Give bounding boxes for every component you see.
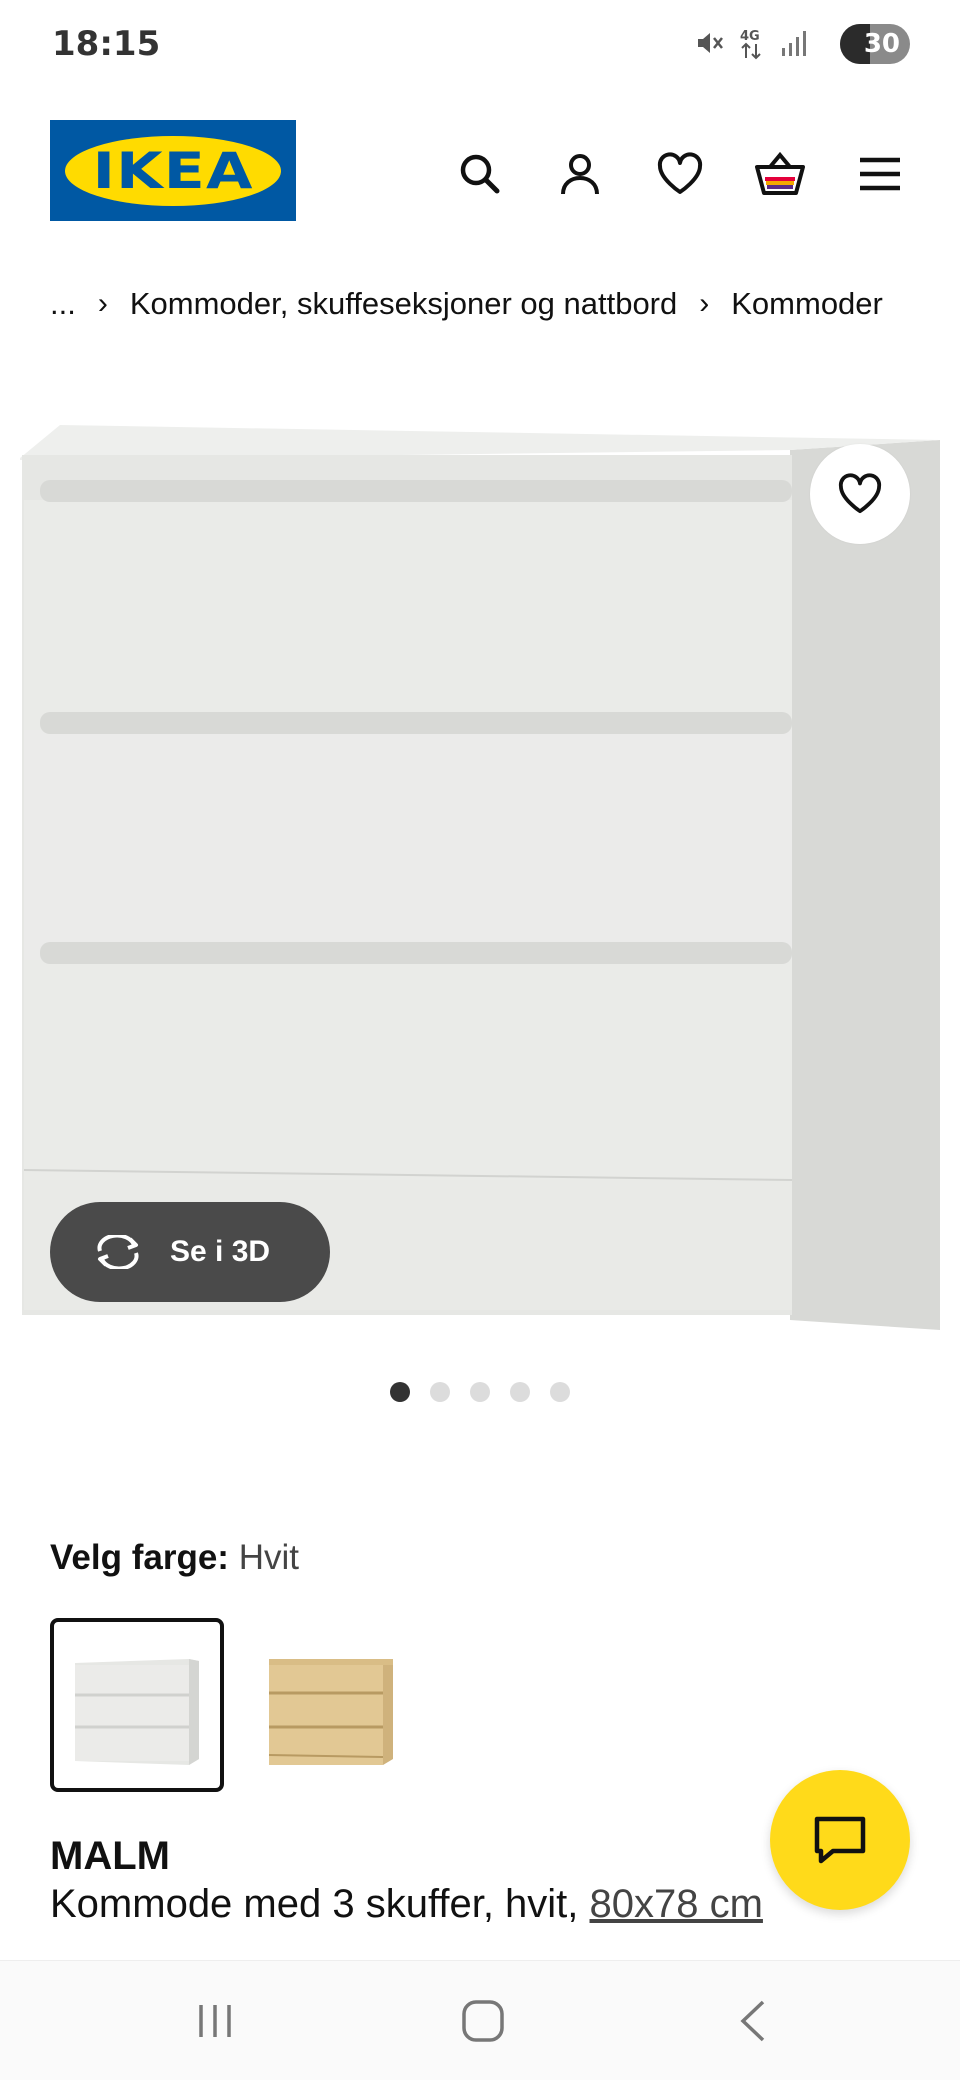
search-icon[interactable] [450,144,510,204]
breadcrumb-item-category[interactable]: Kommoder, skuffeseksjoner og nattbord [130,286,677,322]
back-icon[interactable] [718,1991,788,2051]
carousel-dot[interactable] [470,1382,490,1402]
account-icon[interactable] [550,144,610,204]
ikea-logo[interactable]: IKEA [50,120,296,221]
rotate-3d-icon [97,1235,139,1269]
chat-icon [814,1816,866,1864]
cart-icon[interactable] [750,144,810,204]
heart-icon[interactable] [650,144,710,204]
status-bar: 18:15 4G 30 [0,0,960,90]
product-description-text: Kommode med 3 skuffer, hvit, [50,1882,590,1926]
swatch-white[interactable] [50,1618,224,1792]
4g-icon: 4G [740,29,761,60]
site-header: IKEA [0,120,960,224]
product-description: Kommode med 3 skuffer, hvit, 80x78 cm [50,1882,763,1927]
recent-apps-icon[interactable] [180,1991,250,2051]
image-carousel-dots [390,1382,570,1402]
breadcrumb-item-current[interactable]: Kommoder [731,286,883,322]
carousel-dot[interactable] [430,1382,450,1402]
product-image[interactable] [0,400,960,1340]
carousel-dot[interactable] [510,1382,530,1402]
breadcrumb-ellipsis[interactable]: ... [50,286,76,322]
status-icons: 4G [694,26,810,60]
carousel-dot[interactable] [390,1382,410,1402]
home-icon[interactable] [448,1991,518,2051]
swatch-oak[interactable] [244,1618,418,1792]
signal-icon [782,31,806,56]
chat-button[interactable] [770,1770,910,1910]
svg-text:4G: 4G [740,29,760,44]
selected-color: Hvit [238,1538,299,1577]
color-select-label: Velg farge: Hvit [50,1538,299,1578]
menu-icon[interactable] [850,144,910,204]
heart-icon [838,473,882,514]
product-size-link[interactable]: 80x78 cm [590,1882,763,1926]
chevron-right-icon: › [97,287,108,320]
status-time: 18:15 [52,24,161,64]
product-name: MALM [50,1834,170,1878]
logo-text: IKEA [92,141,254,200]
system-nav-bar [0,1960,960,2080]
color-label-prefix: Velg farge: [50,1538,229,1577]
battery-indicator: 30 [840,24,910,64]
mute-icon [698,33,723,53]
color-swatches [50,1618,418,1792]
breadcrumb: ... › Kommoder, skuffeseksjoner og nattb… [50,286,883,322]
view-in-3d-button[interactable]: Se i 3D [50,1202,330,1302]
view-in-3d-label: Se i 3D [170,1235,271,1268]
add-to-favorites-button[interactable] [810,444,910,544]
chevron-right-icon: › [699,287,710,320]
battery-level: 30 [863,29,900,59]
carousel-dot[interactable] [550,1382,570,1402]
header-actions [450,144,910,204]
